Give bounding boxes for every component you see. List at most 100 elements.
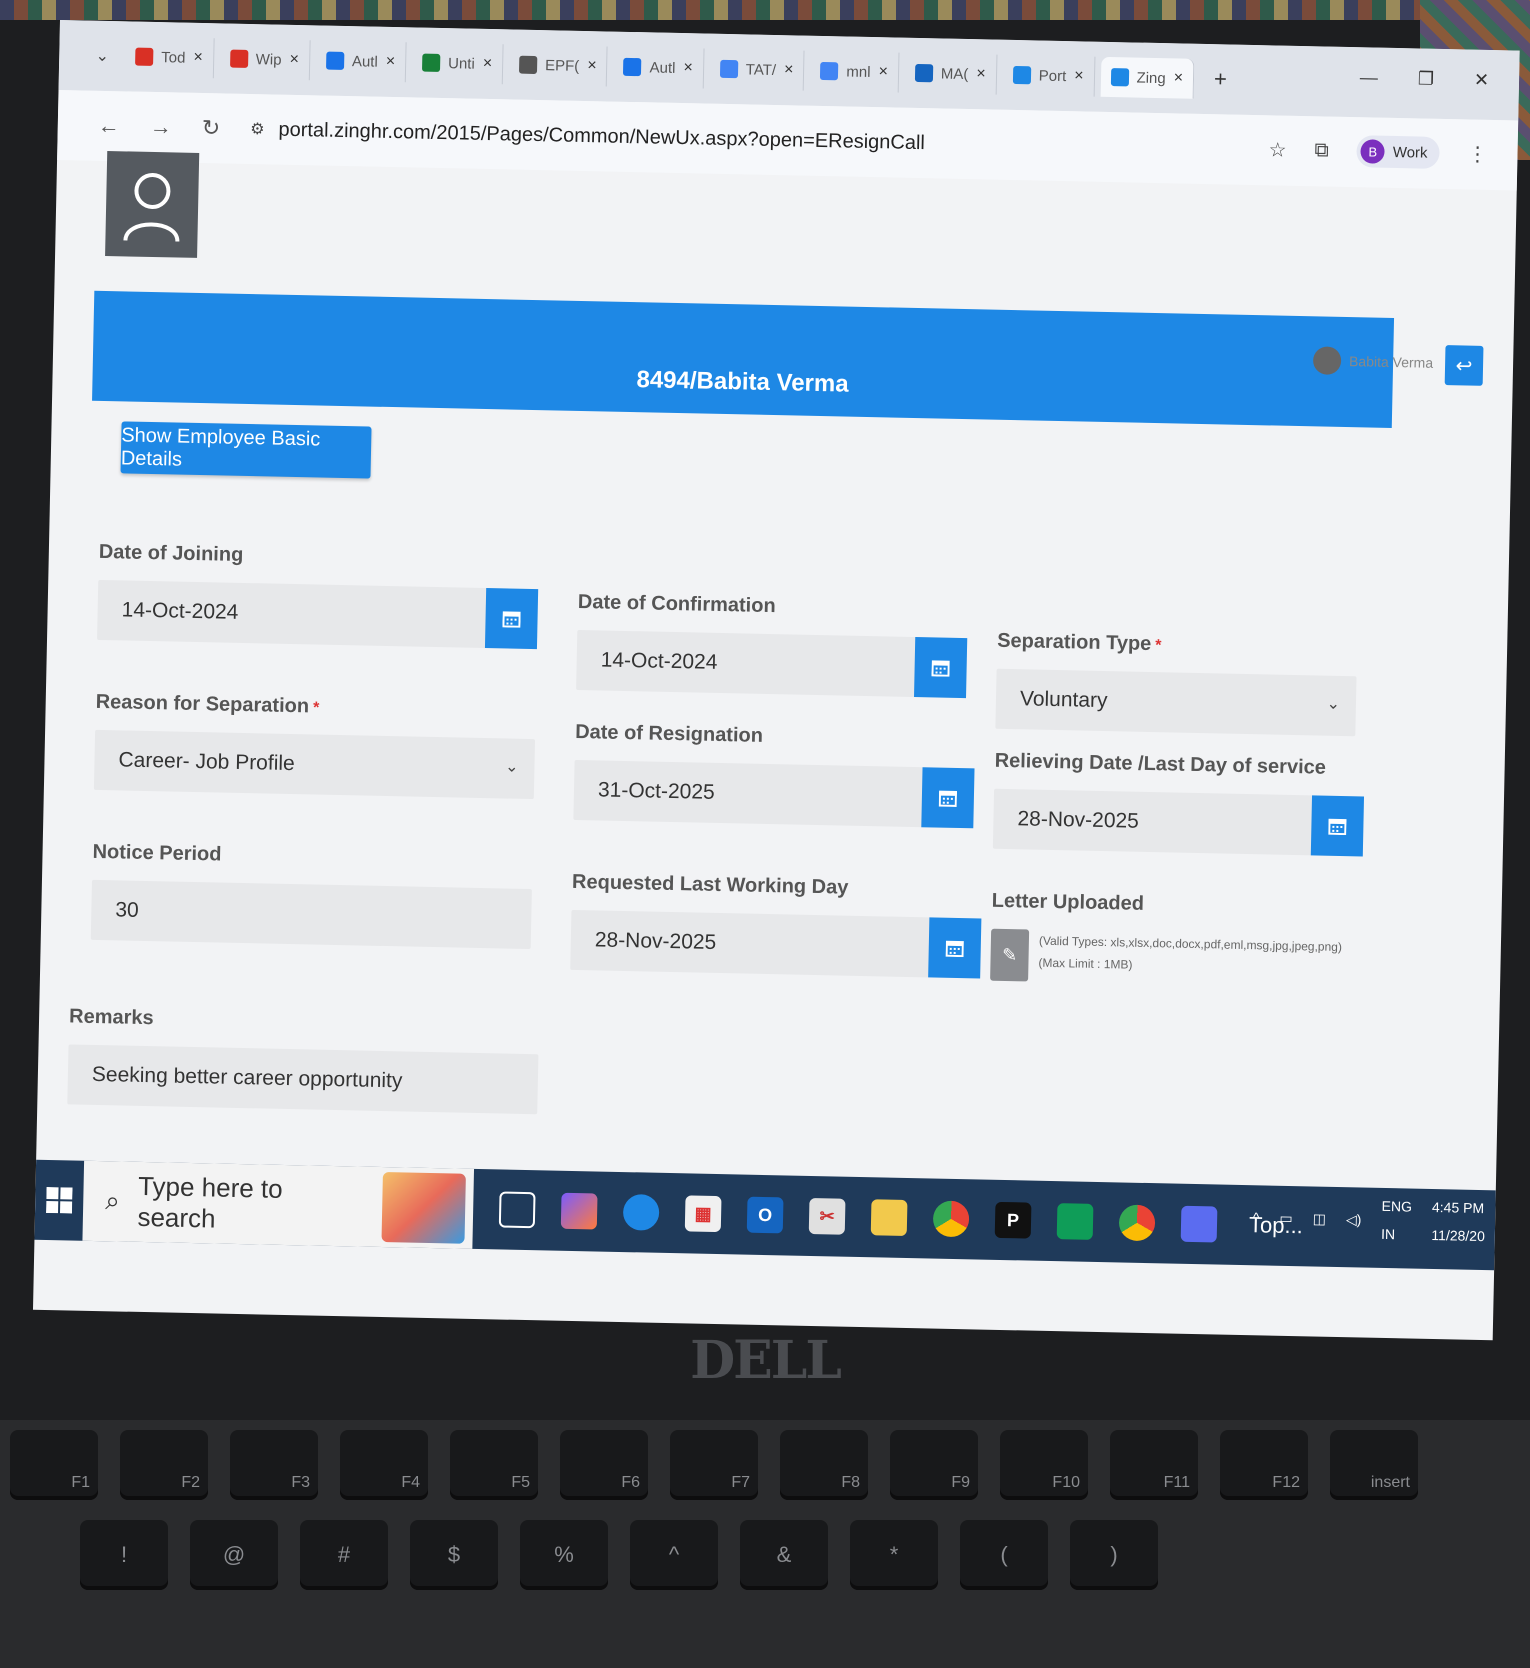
separation-type-select[interactable]: Voluntary ⌄ xyxy=(995,668,1357,737)
profile-label: Work xyxy=(1392,143,1428,162)
tab-close-icon[interactable]: × xyxy=(1074,67,1084,85)
snipping-tool-icon[interactable]: ✂ xyxy=(808,1197,846,1235)
tab-close-icon[interactable]: × xyxy=(193,49,203,67)
calendar-icon[interactable] xyxy=(928,917,982,979)
zing-icon xyxy=(1012,65,1031,85)
calendar-icon[interactable] xyxy=(914,637,968,699)
sheets-app-icon[interactable] xyxy=(1056,1203,1094,1240)
function-key: F8 xyxy=(780,1430,868,1500)
windows-logo-icon xyxy=(46,1186,73,1214)
browser-tab[interactable]: Wip × xyxy=(219,38,311,81)
tab-close-icon[interactable]: × xyxy=(386,53,396,71)
chrome-profile-e-icon[interactable] xyxy=(1118,1204,1156,1242)
restore-icon[interactable]: ❐ xyxy=(1418,68,1435,89)
windows-taskbar: ⌕ Type here to search ▦ O ✂ P Top... ^ ▭… xyxy=(34,1159,1496,1271)
document-app-icon[interactable] xyxy=(1180,1205,1218,1243)
tab-close-icon[interactable]: × xyxy=(683,59,693,77)
remarks-field: Remarks Seeking better career opportunit… xyxy=(67,1005,539,1115)
calendar-icon[interactable] xyxy=(1310,795,1365,857)
browser-tab[interactable]: Tod × xyxy=(124,36,215,79)
clock[interactable]: 4:45 PM 11/28/20 xyxy=(1431,1199,1485,1244)
chevron-down-icon: ⌄ xyxy=(504,758,519,776)
reason-for-separation-label-text: Reason for Separation xyxy=(95,690,310,718)
remarks-input[interactable]: Seeking better career opportunity xyxy=(67,1044,539,1115)
browser-tab[interactable]: Unti × xyxy=(411,42,504,85)
back-button[interactable]: ↩ xyxy=(1444,345,1484,386)
tab-close-icon[interactable]: × xyxy=(289,51,299,69)
taskbar-search[interactable]: ⌕ Type here to search xyxy=(82,1160,475,1249)
browser-tab[interactable]: Port × xyxy=(1002,54,1095,97)
file-explorer-icon[interactable] xyxy=(870,1199,908,1236)
task-view-icon[interactable] xyxy=(498,1191,536,1229)
new-tab-icon[interactable]: + xyxy=(1214,66,1227,92)
browser-tab[interactable]: Autl × xyxy=(613,46,705,89)
outlook-icon[interactable]: O xyxy=(746,1196,784,1234)
date-of-resignation-field: Date of Resignation 31-Oct-2025 xyxy=(573,721,975,829)
language-indicator[interactable]: ENG IN xyxy=(1381,1198,1412,1243)
zing-icon xyxy=(1110,68,1129,87)
tab-close-icon[interactable]: × xyxy=(784,61,794,79)
date-of-resignation-input[interactable]: 31-Oct-2025 xyxy=(573,759,975,829)
requested-last-working-day-label: Requested Last Working Day xyxy=(571,870,849,899)
undo-arrow-icon: ↩ xyxy=(1455,354,1473,378)
tab-label: MA( xyxy=(940,64,969,83)
tab-close-icon[interactable]: × xyxy=(587,57,597,75)
close-window-icon[interactable]: ✕ xyxy=(1474,70,1490,91)
user-info[interactable]: Babita Verma xyxy=(1312,346,1434,377)
requested-last-working-day-input[interactable]: 28-Nov-2025 xyxy=(570,909,982,979)
reason-for-separation-field: Reason for Separation * Career- Job Profi… xyxy=(93,690,536,800)
chrome-profile-b-icon[interactable] xyxy=(932,1200,970,1238)
browser-tab[interactable]: TAT/ × xyxy=(709,48,805,91)
date-of-resignation-value: 31-Oct-2025 xyxy=(597,778,715,804)
toolbar-right: ☆ ⧉ B Work ⋮ xyxy=(1268,133,1488,170)
tab-close-icon[interactable]: × xyxy=(976,65,986,83)
employee-avatar xyxy=(105,151,200,258)
tab-label: TAT/ xyxy=(745,60,777,79)
keyboard: F1 F2 F3 F4 F5 F6 F7 F8 F9 F10 F11 F12 insert ! @ # $% ^… xyxy=(0,1420,1530,1668)
browser-tab[interactable]: EPF(× xyxy=(508,44,609,87)
edge-icon[interactable] xyxy=(622,1194,660,1231)
relieving-date-input[interactable]: 28-Nov-2025 xyxy=(992,788,1365,857)
start-button[interactable] xyxy=(34,1160,84,1241)
show-employee-details-button[interactable]: Show Employee Basic Details xyxy=(120,421,372,479)
store-icon[interactable]: ▦ xyxy=(684,1195,722,1233)
date-of-joining-input[interactable]: 14-Oct-2024 xyxy=(97,579,539,650)
p-app-icon[interactable]: P xyxy=(994,1201,1032,1239)
forward-arrow-icon[interactable]: → xyxy=(150,114,173,140)
browser-tab[interactable]: mnl × xyxy=(809,50,900,93)
calendar-icon[interactable] xyxy=(921,767,975,829)
tab-close-icon[interactable]: × xyxy=(1174,69,1184,87)
back-arrow-icon[interactable]: ← xyxy=(98,113,121,139)
minimize-icon[interactable]: — xyxy=(1360,67,1378,88)
number-key: $ xyxy=(410,1520,498,1590)
tab-close-icon[interactable]: × xyxy=(878,63,888,81)
tab-label: Unti xyxy=(447,54,475,73)
browser-menu-icon[interactable]: ⋮ xyxy=(1467,141,1488,166)
copilot-icon[interactable] xyxy=(560,1192,598,1230)
site-settings-icon[interactable]: ⚙ xyxy=(250,119,265,139)
browser-tab[interactable]: MA( × xyxy=(904,52,998,95)
tray-chevron-icon[interactable]: ^ xyxy=(1253,1209,1260,1225)
tab-close-icon[interactable]: × xyxy=(483,55,493,73)
profile-chip[interactable]: B Work xyxy=(1356,135,1440,169)
bookmark-star-icon[interactable]: ☆ xyxy=(1268,137,1286,162)
notice-period-input[interactable]: 30 xyxy=(90,879,532,950)
network-icon[interactable]: ◫ xyxy=(1313,1210,1327,1227)
notice-period-label: Notice Period xyxy=(92,840,222,866)
profile-avatar: B xyxy=(1360,139,1386,164)
date-of-confirmation-input[interactable]: 14-Oct-2024 xyxy=(576,629,968,699)
battery-icon[interactable]: ▭ xyxy=(1279,1209,1293,1226)
function-key: F5 xyxy=(450,1430,538,1500)
reload-icon[interactable]: ↻ xyxy=(201,115,221,141)
browser-tab[interactable]: Zing × xyxy=(1100,56,1195,99)
attach-file-button[interactable]: ✎ xyxy=(990,928,1030,982)
extensions-icon[interactable]: ⧉ xyxy=(1314,139,1329,162)
address-bar[interactable]: ⚙ portal.zinghr.com/2015/Pages/Common/Ne… xyxy=(250,118,925,155)
reason-for-separation-select[interactable]: Career- Job Profile ⌄ xyxy=(93,729,536,800)
tab-search-chevron-icon[interactable]: ⌄ xyxy=(89,43,116,70)
speaker-icon[interactable]: ◁) xyxy=(1346,1211,1362,1228)
browser-tab[interactable]: Autl × xyxy=(315,40,407,83)
separation-type-field: Separation Type * Voluntary ⌄ xyxy=(995,630,1357,737)
calendar-icon[interactable] xyxy=(484,588,539,650)
number-key: ! xyxy=(80,1520,168,1590)
